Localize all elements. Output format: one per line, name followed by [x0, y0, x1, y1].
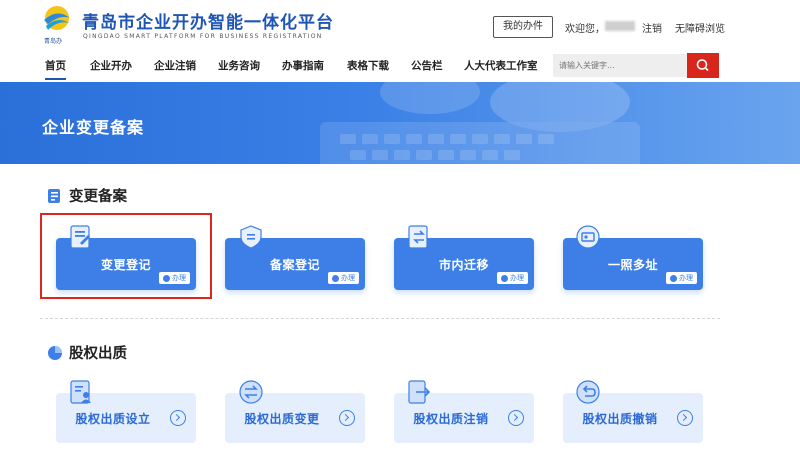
welcome-text: 欢迎您，	[565, 24, 605, 35]
arrow-right-circle-icon	[508, 410, 524, 426]
nav-bulletin[interactable]: 公告栏	[411, 58, 443, 73]
search-icon	[696, 59, 709, 72]
handle-tag[interactable]: 办理	[497, 272, 528, 284]
card-label: 股权出质变更	[244, 412, 320, 426]
site-subtitle: QINGDAO SMART PLATFORM FOR BUSINESS REGI…	[83, 33, 323, 40]
info-dot-icon	[670, 274, 677, 282]
card-label: 备案登记	[269, 258, 320, 272]
card-label: 股权出质撤销	[582, 412, 658, 426]
card-label: 变更登记	[100, 258, 151, 272]
keyboard-hands-illustration	[320, 82, 640, 164]
site-title[interactable]: 青岛市企业开办智能一体化平台	[82, 8, 334, 33]
nav-consulting[interactable]: 业务咨询	[218, 58, 260, 73]
logo-caption: 青岛办	[44, 38, 63, 45]
section-title: 股权出质	[69, 346, 127, 362]
tag-label: 办理	[341, 274, 355, 282]
arrow-right-circle-icon	[339, 410, 355, 426]
site-header: 青岛办 青岛市企业开办智能一体化平台 QINGDAO SMART PLATFOR…	[0, 0, 800, 50]
handle-tag[interactable]: 办理	[666, 272, 697, 284]
license-icon	[576, 225, 600, 249]
info-dot-icon	[501, 274, 508, 282]
section-divider	[40, 318, 720, 319]
card-label: 股权出质注销	[413, 412, 489, 426]
username-redacted	[605, 21, 635, 31]
section-title: 变更备案	[69, 189, 127, 205]
undo-icon	[576, 380, 600, 404]
info-dot-icon	[332, 274, 339, 282]
tag-label: 办理	[510, 274, 524, 282]
handle-tag[interactable]: 办理	[159, 272, 190, 284]
nav-company-deregister[interactable]: 企业注销	[154, 58, 196, 73]
nav-forms-download[interactable]: 表格下载	[347, 58, 389, 73]
my-tasks-button[interactable]: 我的办件	[493, 16, 553, 38]
arrow-right-circle-icon	[677, 410, 693, 426]
pie-chart-icon	[48, 345, 62, 360]
page-banner: 企业变更备案	[0, 82, 800, 164]
handle-tag[interactable]: 办理	[328, 272, 359, 284]
logout-link[interactable]: 注销	[642, 20, 662, 35]
nav-deputy-office[interactable]: 人大代表工作室	[464, 58, 538, 73]
document-edit-icon	[70, 225, 90, 249]
person-document-icon	[70, 380, 91, 404]
nav-guide[interactable]: 办事指南	[282, 58, 324, 73]
document-list-icon	[48, 188, 60, 203]
search-input[interactable]	[553, 54, 687, 77]
logout-document-icon	[408, 380, 431, 404]
info-dot-icon	[163, 274, 170, 282]
section-change-record-header: 变更备案	[47, 185, 127, 206]
card-label: 股权出质设立	[75, 412, 151, 426]
section-equity-pledge-header: 股权出质	[47, 342, 127, 363]
tag-label: 办理	[172, 274, 186, 282]
card-label: 一照多址	[607, 258, 658, 272]
search-button[interactable]	[687, 53, 719, 78]
exchange-icon	[239, 380, 263, 404]
accessible-browse-link[interactable]: 无障碍浏览	[675, 20, 725, 35]
arrow-right-circle-icon	[170, 410, 186, 426]
nav-company-setup[interactable]: 企业开办	[90, 58, 132, 73]
nav-home[interactable]: 首页	[45, 58, 66, 80]
transfer-icon	[408, 225, 428, 249]
tag-label: 办理	[679, 274, 693, 282]
shield-record-icon	[240, 225, 262, 249]
banner-title: 企业变更备案	[42, 118, 145, 137]
card-label: 市内迁移	[438, 258, 489, 272]
